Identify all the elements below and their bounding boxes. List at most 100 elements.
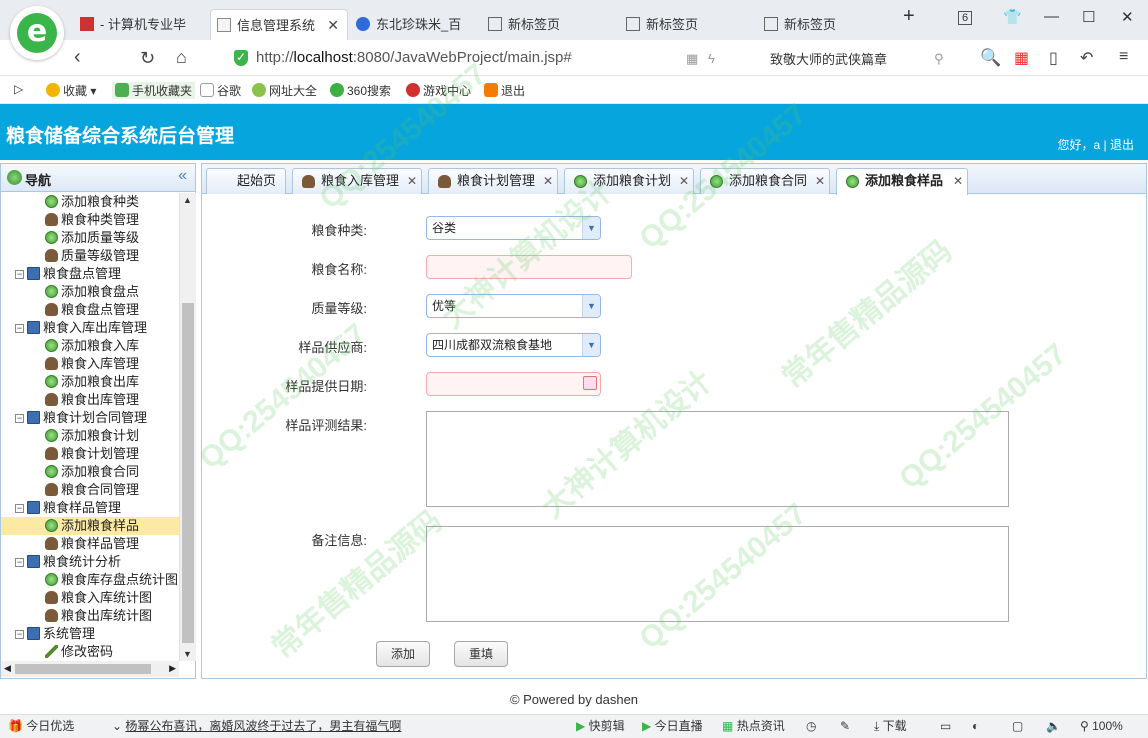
close-window-icon[interactable]: ✕ — [1121, 8, 1134, 26]
collapse-toggle-icon[interactable]: − — [15, 270, 24, 279]
scroll-thumb[interactable] — [182, 303, 194, 643]
grain-type-select[interactable]: 谷类 ▼ — [426, 216, 601, 240]
search-suggestion[interactable]: 致敬大师的武侠篇章 — [770, 49, 887, 68]
horizontal-scrollbar[interactable]: ◀ ▶ — [1, 661, 179, 677]
tab-home[interactable]: 起始页 — [206, 168, 286, 194]
apps-icon[interactable]: ▦ — [1014, 48, 1029, 68]
hot-news-link[interactable]: ▦ 热点资讯 — [722, 715, 785, 738]
qr-icon[interactable]: ▦ — [686, 51, 698, 67]
undo-icon[interactable]: ↶ — [1080, 48, 1093, 68]
clock-icon[interactable]: ◷ — [806, 715, 816, 738]
gift-icon[interactable]: 🎁 今日优选 — [8, 715, 74, 738]
chevron-down-icon[interactable]: ▼ — [582, 295, 600, 317]
magnifier-icon[interactable]: 🔍 — [980, 48, 1001, 68]
live-link[interactable]: ▶ 今日直播 — [642, 715, 703, 738]
grain-name-input[interactable] — [426, 255, 632, 279]
supply-date-input[interactable] — [426, 372, 601, 396]
tree-item[interactable]: 质量等级管理 — [1, 247, 179, 265]
chevron-down-icon[interactable]: ▼ — [582, 334, 600, 356]
supplier-select[interactable]: 四川成都双流粮食基地 ▼ — [426, 333, 601, 357]
tree-item[interactable]: 添加粮食计划 — [1, 427, 179, 445]
maximize-icon[interactable]: ☐ — [1082, 8, 1095, 26]
pin-icon[interactable]: ✎ — [840, 715, 850, 738]
close-tab-icon[interactable]: ✕ — [815, 169, 825, 193]
tree-group[interactable]: − 粮食计划合同管理 — [1, 409, 179, 427]
collapse-icon[interactable]: « — [178, 167, 187, 185]
tab-add-grain-plan[interactable]: 添加粮食计划 ✕ — [564, 168, 694, 194]
tree-group[interactable]: − 粮食统计分析 — [1, 553, 179, 571]
tab-count-badge[interactable]: 6 — [958, 11, 973, 25]
add-button[interactable]: 添加 — [376, 641, 430, 667]
collapse-toggle-icon[interactable]: − — [15, 324, 24, 333]
bookmark-google[interactable]: 谷歌 — [200, 82, 241, 99]
close-tab-icon[interactable]: ✕ — [543, 169, 553, 193]
tree-item[interactable]: 粮食入库管理 — [1, 355, 179, 373]
volume-icon[interactable]: 🔈 — [1046, 715, 1061, 738]
tree-item[interactable]: 添加粮食种类 — [1, 193, 179, 211]
vertical-scrollbar[interactable]: ▲ ▼ — [179, 193, 196, 661]
refresh-icon[interactable]: ↻ — [140, 48, 155, 69]
close-tab-icon[interactable]: ✕ — [679, 169, 689, 193]
scroll-down-icon[interactable]: ▼ — [183, 649, 192, 659]
tree-item[interactable]: 添加粮食盘点 — [1, 283, 179, 301]
tree-item[interactable]: 粮食盘点管理 — [1, 301, 179, 319]
bookmark-sites[interactable]: 网址大全 — [252, 82, 317, 99]
browser-tab-active[interactable]: 信息管理系统 ✕ — [210, 9, 348, 40]
browser-tab[interactable]: 东北珍珠米_百 — [350, 9, 480, 40]
quality-level-select[interactable]: 优等 ▼ — [426, 294, 601, 318]
close-tab-icon[interactable]: ✕ — [327, 10, 339, 40]
collapse-toggle-icon[interactable]: − — [15, 414, 24, 423]
new-tab-icon[interactable]: + — [903, 5, 915, 28]
minimize-icon[interactable]: — — [1044, 8, 1059, 25]
tree-item[interactable]: 修改密码 — [1, 643, 179, 661]
tree-group[interactable]: − 系统管理 — [1, 625, 179, 643]
quick-edit-link[interactable]: ▶ 快剪辑 — [576, 715, 625, 738]
tab-grain-inbound-manage[interactable]: 粮食入库管理 ✕ — [292, 168, 422, 194]
tree-group[interactable]: − 粮食入库出库管理 — [1, 319, 179, 337]
close-tab-icon[interactable]: ✕ — [953, 169, 963, 193]
tree-group[interactable]: − 粮食盘点管理 — [1, 265, 179, 283]
bookmark-games[interactable]: 游戏中心 — [406, 82, 471, 99]
remark-textarea[interactable] — [426, 526, 1009, 622]
tab-add-grain-contract[interactable]: 添加粮食合同 ✕ — [700, 168, 830, 194]
tree-item[interactable]: 粮食库存盘点统计图 — [1, 571, 179, 589]
browser-tab[interactable]: 新标签页 — [758, 9, 888, 40]
collapse-toggle-icon[interactable]: − — [15, 558, 24, 567]
search-icon[interactable]: ⚲ — [934, 51, 944, 67]
shirt-icon[interactable]: 👕 — [1003, 8, 1022, 26]
tree-item[interactable]: 粮食出库管理 — [1, 391, 179, 409]
bookmark-exit[interactable]: 退出 — [484, 82, 525, 99]
tab-add-grain-sample[interactable]: 添加粮食样品 ✕ — [836, 168, 968, 195]
tree-group[interactable]: − 粮食样品管理 — [1, 499, 179, 517]
lightning-icon[interactable]: ϟ — [708, 51, 715, 66]
browser-icon[interactable]: ◐ — [972, 715, 979, 738]
tab-grain-plan-manage[interactable]: 粮食计划管理 ✕ — [428, 168, 558, 194]
tree-item[interactable]: 粮食入库统计图 — [1, 589, 179, 607]
tree-item[interactable]: 粮食合同管理 — [1, 481, 179, 499]
phone-icon[interactable]: ▯ — [1049, 48, 1058, 68]
browser-tab[interactable]: 新标签页 — [620, 9, 754, 40]
browser-tab[interactable]: 新标签页 — [482, 9, 616, 40]
reset-button[interactable]: 重填 — [454, 641, 508, 667]
scroll-up-icon[interactable]: ▲ — [183, 195, 192, 205]
tree-item[interactable]: 添加粮食入库 — [1, 337, 179, 355]
window-icon[interactable]: ▭ — [940, 715, 951, 738]
browser-tab[interactable]: - 计算机专业毕 — [74, 9, 210, 40]
tree-item[interactable]: 添加质量等级 — [1, 229, 179, 247]
zoom-control[interactable]: ⚲ 100% — [1080, 715, 1123, 738]
tree-item[interactable]: 添加粮食出库 — [1, 373, 179, 391]
scroll-thumb[interactable] — [15, 664, 151, 674]
evaluation-textarea[interactable] — [426, 411, 1009, 507]
logout-link[interactable]: 退出 — [1110, 138, 1134, 152]
tree-item[interactable]: 添加粮食合同 — [1, 463, 179, 481]
download-link[interactable]: ⤓ 下载 — [874, 715, 907, 738]
url-input[interactable]: ✓ http://localhost:8080/JavaWebProject/m… — [222, 44, 760, 72]
calendar-icon[interactable] — [583, 376, 597, 390]
news-ticker[interactable]: ⌄ 杨幂公布喜讯，离婚风波终于过去了，男主有福气啊 — [112, 715, 401, 738]
tree-item[interactable]: 粮食出库统计图 — [1, 607, 179, 625]
bookmark-mobile[interactable]: 手机收藏夹 — [112, 82, 196, 99]
bookmark-360-search[interactable]: 360搜索 — [330, 82, 391, 99]
sidebar-toggle-icon[interactable]: ▷ — [14, 82, 23, 96]
scroll-left-icon[interactable]: ◀ — [4, 663, 11, 674]
browser-logo-icon[interactable]: e — [10, 6, 64, 60]
